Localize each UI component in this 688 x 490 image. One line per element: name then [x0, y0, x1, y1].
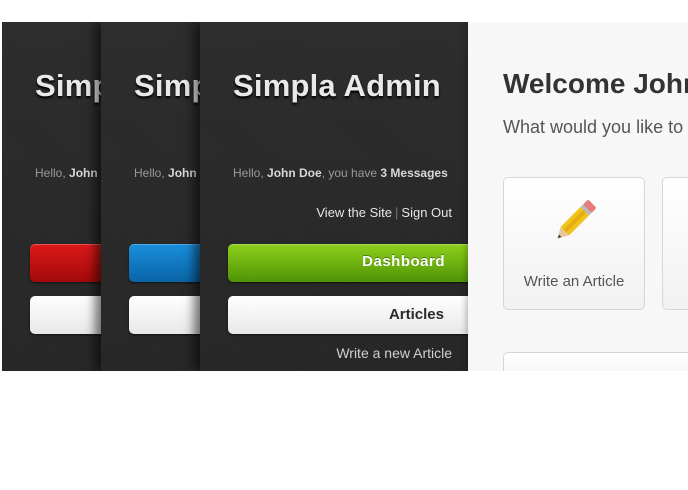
- main-content: Welcome John What would you like to Writ…: [468, 22, 688, 371]
- pencil-icon: [557, 200, 596, 239]
- user-greeting: Hello, John Doe, you have 3 Messages: [233, 166, 448, 180]
- link-separator: |: [395, 205, 399, 220]
- sign-out-link[interactable]: Sign Out: [401, 205, 452, 220]
- write-new-article-link[interactable]: Write a new Article: [336, 345, 452, 361]
- header-links: View the Site | Sign Out: [316, 205, 452, 220]
- content-box: [503, 352, 688, 371]
- dashboard-button-blue[interactable]: [129, 244, 211, 282]
- sidebar-red-theme: Simpla Admin Hello, John Doe: [2, 22, 112, 371]
- screenshot-stage: Simpla Admin Hello, John Doe Simpla Admi…: [2, 22, 688, 371]
- dashboard-button-red[interactable]: [30, 244, 112, 282]
- view-site-link[interactable]: View the Site: [316, 205, 392, 220]
- dashboard-button[interactable]: Dashboard: [228, 244, 468, 282]
- shortcut-write-article[interactable]: Write an Article: [503, 177, 645, 310]
- dashboard-label: Dashboard: [362, 253, 445, 270]
- messages-link[interactable]: 3 Messages: [380, 166, 447, 180]
- welcome-heading: Welcome John: [503, 68, 688, 99]
- shortcut-card[interactable]: [662, 177, 688, 310]
- welcome-question: What would you like to: [503, 117, 684, 137]
- shortcut-label: Write an Article: [523, 273, 625, 290]
- user-name-link[interactable]: John Doe: [267, 166, 322, 180]
- articles-button[interactable]: Articles: [228, 296, 468, 334]
- sidebar-green-theme: Simpla Admin Hello, John Doe, you have 3…: [200, 22, 468, 371]
- articles-button[interactable]: [129, 296, 211, 334]
- articles-label: Articles: [388, 306, 444, 323]
- articles-button[interactable]: [30, 296, 112, 334]
- sidebar-blue-theme: Simpla Admin Hello, John Doe: [101, 22, 211, 371]
- site-title[interactable]: Simpla Admin: [233, 68, 441, 104]
